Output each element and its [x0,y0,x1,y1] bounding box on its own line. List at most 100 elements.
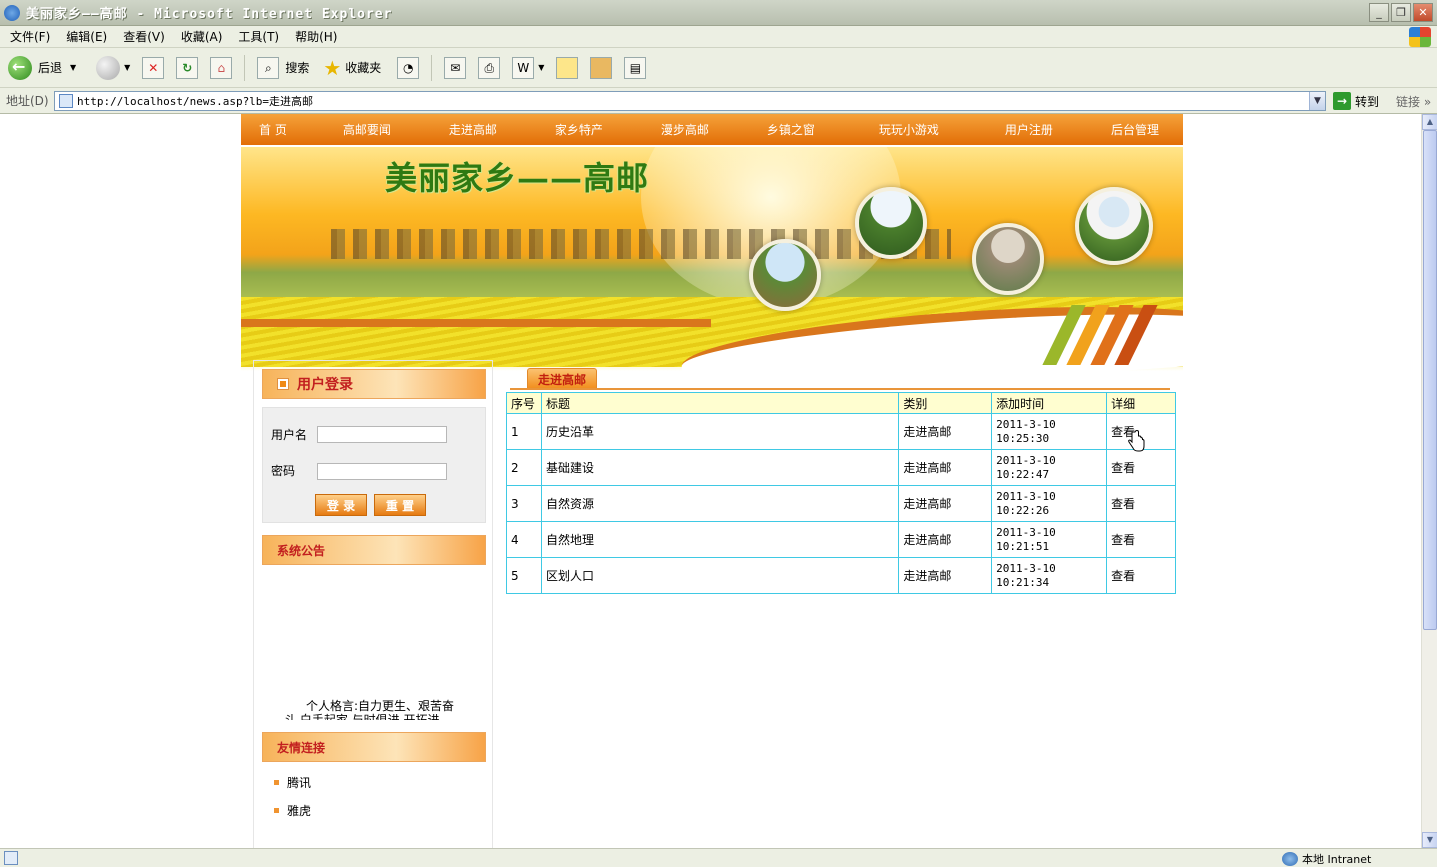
friend-link-tencent[interactable]: 腾讯 [274,774,492,790]
browser-toolbar: 后退 ▼ ▼ ✕ ↻ ⌂ ⌕ 搜索 ★ 收藏夹 ◔ ✉ ⎙ W ▼ ▤ [0,48,1437,88]
friend-link-yahoo[interactable]: 雅虎 [274,802,492,818]
menu-tools[interactable]: 工具(T) [238,28,279,45]
windows-logo-icon [1409,27,1431,47]
banner-title: 美丽家乡——高邮 [385,159,650,197]
nav-admin[interactable]: 后台管理 [1111,121,1159,138]
toolbar-divider [431,54,433,81]
menu-view[interactable]: 查看(V) [123,28,165,45]
column-header: 详细 [1106,392,1176,414]
friend-link-label[interactable]: 腾讯 [287,774,311,791]
close-button[interactable]: ✕ [1413,3,1433,22]
window-titlebar: 美丽家乡——高邮 - Microsoft Internet Explorer _… [0,0,1437,26]
login-button[interactable]: 登 录 [315,494,367,516]
search-icon[interactable]: ⌕ [257,56,280,79]
stop-icon[interactable]: ✕ [142,56,165,79]
back-arrow-icon[interactable] [8,55,32,80]
left-sidebar: 用户登录 用户名 密码 登 录 重 置 系统公告 个人格言:自力更生、艰苦奋 斗… [253,360,493,848]
nav-news[interactable]: 高邮要闻 [343,121,391,138]
go-arrow-icon[interactable]: → [1333,92,1351,110]
column-header: 添加时间 [991,392,1108,414]
row-number: 3 [506,485,542,522]
menu-file[interactable]: 文件(F) [10,28,50,45]
table-row: 1 历史沿革 走进高邮 2011-3-10 10:25:30 查看 [506,413,1176,450]
mail-icon[interactable]: ✉ [444,56,467,79]
print-icon[interactable]: ⎙ [478,56,501,79]
added-clock: 10:22:47 [996,467,1050,481]
password-label: 密码 [271,464,296,478]
friend-links-header: 友情连接 [262,732,486,762]
minimize-button[interactable]: _ [1369,3,1389,22]
content-tab[interactable]: 走进高邮 [527,368,598,390]
article-category: 走进高邮 [898,449,993,486]
back-dropdown-icon[interactable]: ▼ [70,63,76,72]
address-bar: 地址(D) http://localhost/news.asp?lb=走进高邮 … [0,88,1437,114]
login-header-icon [277,378,289,390]
nav-specialties[interactable]: 家乡特产 [555,121,603,138]
menu-edit[interactable]: 编辑(E) [66,28,107,45]
nav-games[interactable]: 玩玩小游戏 [879,121,939,138]
go-button[interactable]: → 转到 [1333,92,1379,110]
view-link[interactable]: 查看 [1106,557,1176,594]
note-icon[interactable] [556,56,579,79]
menu-help[interactable]: 帮助(H) [295,28,337,45]
password-input[interactable] [317,463,447,480]
favorites-star-icon[interactable]: ★ [323,56,341,80]
reset-button[interactable]: 重 置 [374,494,426,516]
menu-favorites[interactable]: 收藏(A) [181,28,223,45]
toolbar-divider [244,54,246,81]
nav-towns[interactable]: 乡镇之窗 [767,121,815,138]
added-date: 2011-3-10 [996,453,1056,467]
article-title: 历史沿革 [540,413,900,450]
nav-about[interactable]: 走进高邮 [449,121,497,138]
article-title: 自然地理 [540,521,900,558]
vertical-scrollbar[interactable]: ▲ ▼ [1421,114,1437,848]
banner-photo-circle [855,187,927,259]
added-clock: 10:21:34 [996,575,1050,589]
added-date: 2011-3-10 [996,525,1056,539]
home-icon[interactable]: ⌂ [210,56,233,79]
nav-home[interactable]: 首 页 [259,121,287,138]
address-input[interactable]: http://localhost/news.asp?lb=走进高邮 ▼ [54,91,1326,111]
friend-link-label[interactable]: 雅虎 [287,802,311,819]
scroll-up-icon[interactable]: ▲ [1422,114,1437,130]
scroll-thumb[interactable] [1423,130,1437,630]
nav-tour[interactable]: 漫步高邮 [661,121,709,138]
restore-button[interactable]: ❐ [1391,3,1411,22]
added-time: 2011-3-10 10:21:34 [991,557,1108,594]
refresh-icon[interactable]: ↻ [176,56,199,79]
edit-word-icon[interactable]: W [512,56,535,79]
media-icon[interactable]: ▤ [624,56,647,79]
username-input[interactable] [317,426,447,443]
forward-dropdown-icon[interactable]: ▼ [124,63,130,72]
article-category: 走进高邮 [898,413,993,450]
links-button[interactable]: 链接 » [1396,93,1431,110]
favorites-button-label[interactable]: 收藏夹 [345,59,381,76]
table-row: 5 区划人口 走进高邮 2011-3-10 10:21:34 查看 [506,557,1176,594]
search-button-label[interactable]: 搜索 [285,59,309,76]
go-button-label[interactable]: 转到 [1355,93,1379,110]
row-number: 5 [506,557,542,594]
scroll-down-icon[interactable]: ▼ [1422,832,1437,848]
banner-photo-circle [972,223,1044,295]
research-book-icon[interactable] [590,56,613,79]
added-clock: 10:21:51 [996,539,1050,553]
article-category: 走进高邮 [898,521,993,558]
nav-register[interactable]: 用户注册 [1005,121,1053,138]
column-header: 类别 [898,392,993,414]
history-icon[interactable]: ◔ [397,56,420,79]
article-title: 自然资源 [540,485,900,522]
added-time: 2011-3-10 10:22:26 [991,485,1108,522]
address-url[interactable]: http://localhost/news.asp?lb=走进高邮 [77,93,313,109]
view-link[interactable]: 查看 [1106,485,1176,522]
intranet-globe-icon [1282,852,1298,866]
address-label: 地址(D) [6,94,49,108]
forward-arrow-icon[interactable] [96,55,121,80]
login-form: 用户名 密码 登 录 重 置 [262,407,486,523]
article-category: 走进高邮 [898,485,993,522]
edit-dropdown-icon[interactable]: ▼ [538,63,544,72]
view-link[interactable]: 查看 [1106,521,1176,558]
view-link[interactable]: 查看 [1106,449,1176,486]
banner-orange-band [241,319,711,327]
back-button-label[interactable]: 后退 [38,59,62,76]
address-dropdown-icon[interactable]: ▼ [1309,92,1325,110]
